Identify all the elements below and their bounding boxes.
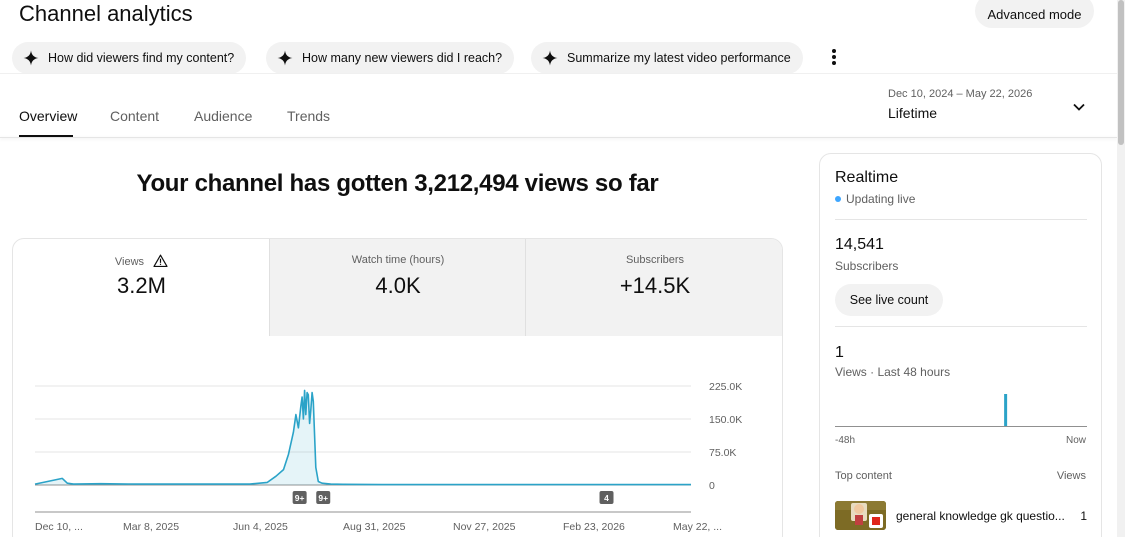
divider bbox=[0, 137, 1117, 138]
advanced-mode-button[interactable]: Advanced mode bbox=[975, 0, 1094, 28]
realtime-subscribers-value: 14,541 bbox=[835, 236, 884, 253]
top-content-title: general knowledge gk questio... bbox=[896, 509, 1065, 523]
suggestion-label: Summarize my latest video performance bbox=[567, 51, 791, 65]
metric-views-tab[interactable]: Views 3.2M bbox=[13, 239, 270, 336]
x-tick-label: Feb 23, 2026 bbox=[563, 521, 625, 533]
y-tick-label: 150.0K bbox=[709, 414, 742, 426]
tab-content[interactable]: Content bbox=[110, 108, 159, 124]
metric-views-label-row: Views bbox=[13, 254, 270, 268]
top-content-views-header: Views bbox=[1056, 470, 1086, 482]
warning-icon[interactable] bbox=[153, 254, 168, 267]
x-tick-label: May 22, ... bbox=[673, 521, 722, 533]
video-thumbnail[interactable] bbox=[835, 501, 886, 530]
tab-trends[interactable]: Trends bbox=[287, 108, 330, 124]
metric-watch-time-tab[interactable]: Watch time (hours) 4.0K bbox=[270, 239, 526, 336]
see-live-count-button[interactable]: See live count bbox=[835, 284, 943, 316]
more-vert-icon[interactable] bbox=[826, 47, 842, 67]
y-tick-label: 0 bbox=[709, 480, 715, 492]
divider bbox=[835, 219, 1087, 220]
thumbnail-image bbox=[835, 501, 886, 530]
chevron-down-icon[interactable] bbox=[1071, 99, 1087, 115]
realtime-card: Realtime Updating live 14,541 Subscriber… bbox=[819, 153, 1102, 537]
suggestion-chip-summarize[interactable]: Summarize my latest video performance bbox=[531, 42, 803, 74]
realtime-views-chart[interactable] bbox=[835, 390, 1087, 430]
realtime-status-text: Updating live bbox=[846, 192, 916, 206]
views-line bbox=[34, 389, 691, 486]
annotation-label: 4 bbox=[604, 493, 609, 503]
divider bbox=[835, 326, 1087, 327]
views-headline: Your channel has gotten 3,212,494 views … bbox=[136, 170, 659, 197]
x-tick-label: Mar 8, 2025 bbox=[123, 521, 179, 533]
metric-value: 3.2M bbox=[117, 273, 166, 298]
suggestion-label: How many new viewers did I reach? bbox=[302, 51, 503, 65]
metric-label: Subscribers bbox=[625, 254, 685, 266]
metric-label: Views bbox=[114, 256, 145, 268]
annotation-label: 9+ bbox=[318, 493, 328, 503]
sparkle-icon bbox=[277, 50, 293, 66]
realtime-views-label: Views · Last 48 hours bbox=[835, 365, 951, 379]
x-tick-label: Dec 10, ... bbox=[35, 521, 83, 533]
y-tick-label: 225.0K bbox=[709, 381, 742, 393]
x-tick-label: Nov 27, 2025 bbox=[453, 521, 516, 533]
realtime-title: Realtime bbox=[835, 169, 899, 186]
annotation-marker[interactable]: 4 bbox=[599, 491, 614, 504]
tab-overview[interactable]: Overview bbox=[19, 108, 77, 124]
page-title: Channel analytics bbox=[19, 1, 193, 26]
annotation-marker[interactable]: 9+ bbox=[316, 491, 331, 504]
date-range-text: Dec 10, 2024 – May 22, 2026 bbox=[888, 88, 1033, 100]
live-dot-icon bbox=[835, 196, 841, 202]
tab-audience[interactable]: Audience bbox=[194, 108, 252, 124]
sparkle-icon bbox=[542, 50, 558, 66]
sparkle-icon bbox=[23, 50, 39, 66]
mini-chart-bar bbox=[1004, 394, 1008, 426]
top-content-item[interactable]: general knowledge gk questio... 1 bbox=[835, 501, 1087, 531]
suggestion-chip-new-viewers[interactable]: How many new viewers did I reach? bbox=[266, 42, 515, 74]
realtime-axis-start: -48h bbox=[835, 435, 856, 446]
metric-value: 4.0K bbox=[375, 273, 421, 298]
x-tick-label: Aug 31, 2025 bbox=[343, 521, 406, 533]
x-tick-label: Jun 4, 2025 bbox=[233, 521, 288, 533]
annotation-marker[interactable]: 9+ bbox=[292, 491, 307, 504]
views-area bbox=[35, 390, 691, 485]
views-chart[interactable]: 225.0K 150.0K 75.0K 0 Dec 10, ... Mar 8, 2025… bbox=[13, 336, 783, 537]
metric-label: Watch time (hours) bbox=[351, 254, 445, 266]
realtime-views-value: 1 bbox=[835, 344, 844, 361]
suggestion-chip-find-content[interactable]: How did viewers find my content? bbox=[12, 42, 247, 74]
divider bbox=[0, 73, 1117, 74]
suggestion-label: How did viewers find my content? bbox=[48, 51, 235, 65]
realtime-axis-end: Now bbox=[1065, 435, 1086, 446]
metrics-card: Views 3.2M Watch time (hours) 4.0K Subsc… bbox=[12, 238, 783, 537]
annotation-label: 9+ bbox=[295, 493, 305, 503]
realtime-status: Updating live bbox=[835, 192, 915, 206]
top-content-label: Top content bbox=[835, 470, 892, 482]
metric-subscribers-tab[interactable]: Subscribers +14.5K bbox=[526, 239, 782, 336]
top-content-views: 1 bbox=[1080, 509, 1087, 523]
date-preset-text: Lifetime bbox=[888, 105, 938, 121]
y-tick-label: 75.0K bbox=[709, 447, 736, 459]
scrollbar-thumb[interactable] bbox=[1118, 0, 1124, 145]
realtime-subscribers-label: Subscribers bbox=[835, 259, 899, 273]
metric-value: +14.5K bbox=[619, 273, 691, 298]
